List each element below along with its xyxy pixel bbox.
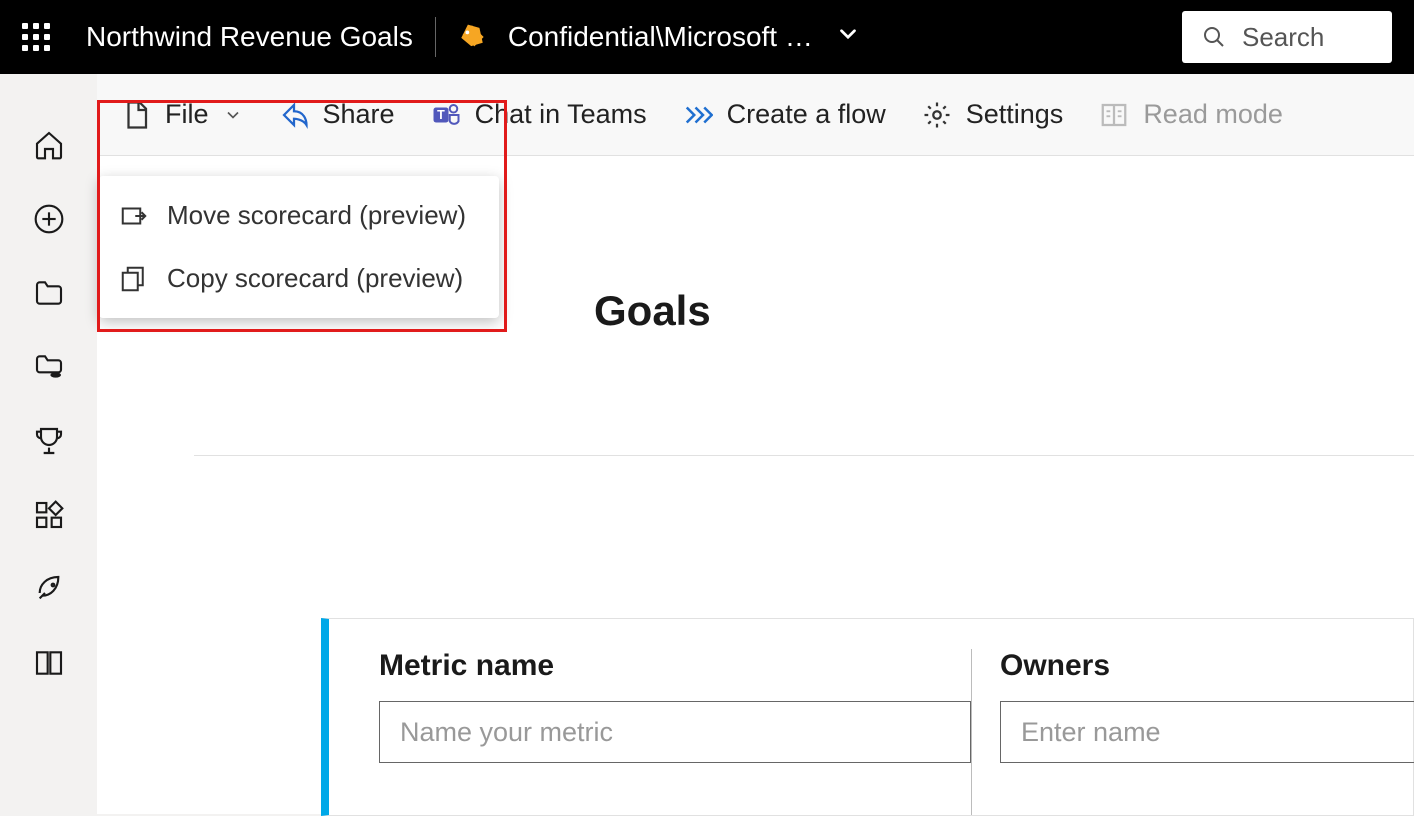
learn-icon[interactable]	[32, 646, 66, 680]
share-button[interactable]: Share	[279, 99, 395, 130]
share-icon	[279, 100, 309, 130]
metric-name-label: Metric name	[379, 649, 971, 683]
owners-label: Owners	[1000, 649, 1414, 683]
document-title: Northwind Revenue Goals	[86, 21, 413, 53]
share-label: Share	[323, 99, 395, 130]
command-bar: File Share T Chat in Teams Create a flow…	[97, 74, 1414, 156]
read-mode-button[interactable]: Read mode	[1099, 99, 1283, 130]
search-input[interactable]: Search	[1182, 11, 1392, 63]
teams-icon: T	[431, 100, 461, 130]
separator	[435, 17, 436, 57]
deploy-icon[interactable]	[32, 572, 66, 606]
file-label: File	[165, 99, 209, 130]
create-icon[interactable]	[32, 202, 66, 236]
settings-label: Settings	[966, 99, 1064, 130]
copy-scorecard-item[interactable]: Copy scorecard (preview)	[99, 247, 499, 310]
flow-label: Create a flow	[727, 99, 886, 130]
copy-icon	[119, 264, 149, 294]
search-icon	[1202, 25, 1226, 49]
left-nav-rail	[0, 74, 97, 814]
home-icon[interactable]	[32, 128, 66, 162]
copy-label: Copy scorecard (preview)	[167, 263, 463, 294]
readmode-label: Read mode	[1143, 99, 1283, 130]
flow-icon	[683, 100, 713, 130]
app-launcher-icon[interactable]	[22, 23, 50, 51]
browse-icon[interactable]	[32, 276, 66, 310]
file-dropdown: Move scorecard (preview) Copy scorecard …	[99, 176, 499, 318]
owners-input[interactable]: Enter name	[1000, 701, 1414, 763]
divider	[194, 455, 1414, 456]
file-icon	[121, 100, 151, 130]
topbar: Northwind Revenue Goals Confidential\Mic…	[0, 0, 1414, 74]
move-label: Move scorecard (preview)	[167, 200, 466, 231]
chevron-down-icon[interactable]	[835, 21, 861, 54]
data-icon[interactable]	[32, 350, 66, 384]
move-icon	[119, 201, 149, 231]
move-scorecard-item[interactable]: Move scorecard (preview)	[99, 184, 499, 247]
sensitivity-label[interactable]: Confidential\Microsoft …	[508, 21, 813, 53]
gear-icon	[922, 100, 952, 130]
metrics-icon[interactable]	[32, 424, 66, 458]
svg-text:T: T	[437, 107, 445, 121]
chat-teams-button[interactable]: T Chat in Teams	[431, 99, 647, 130]
apps-icon[interactable]	[32, 498, 66, 532]
search-placeholder: Search	[1242, 22, 1324, 53]
chat-label: Chat in Teams	[475, 99, 647, 130]
sensitivity-tag-icon	[458, 23, 486, 51]
chevron-down-icon	[223, 105, 243, 125]
create-flow-button[interactable]: Create a flow	[683, 99, 886, 130]
file-menu-button[interactable]: File	[121, 99, 243, 130]
settings-button[interactable]: Settings	[922, 99, 1064, 130]
metric-card: Metric name Name your metric Owners Ente…	[321, 618, 1414, 816]
page-title-fragment: Goals	[594, 287, 711, 335]
readmode-icon	[1099, 100, 1129, 130]
metric-name-input[interactable]: Name your metric	[379, 701, 971, 763]
